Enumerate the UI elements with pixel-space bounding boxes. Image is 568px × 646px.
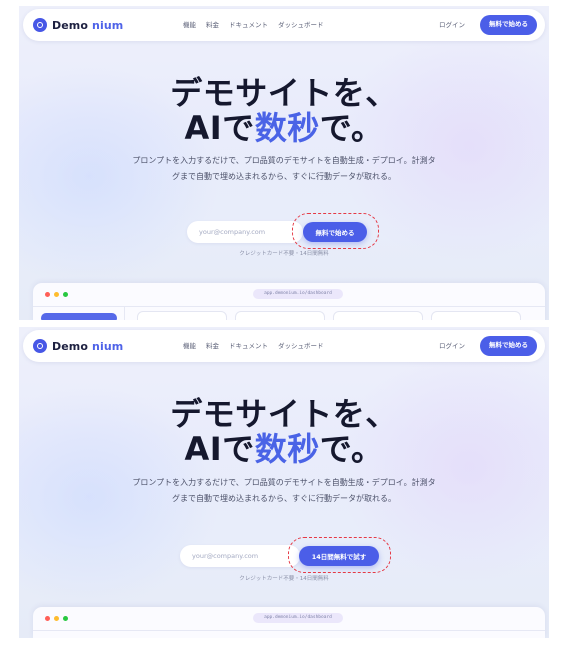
brand-name-right: nium <box>92 18 124 32</box>
hero-subtitle: プロンプトを入力するだけで、プロ品質のデモサイトを自動生成・デプロイ。計測タグま… <box>132 478 436 503</box>
signup-note: クレジットカード不要・14日間無料 <box>239 251 329 257</box>
dashboard-preview: app.demonium.io/dashboard <box>33 607 545 638</box>
hero-title-accent: 数秒 <box>254 109 320 147</box>
preview-card <box>137 311 227 320</box>
preview-sidebar <box>33 307 125 320</box>
hero-subtitle: プロンプトを入力するだけで、プロ品質のデモサイトを自動生成・デプロイ。計測タグま… <box>132 156 436 181</box>
preview-divider <box>33 630 545 631</box>
nav-start-free-button[interactable]: 無料で始める <box>480 336 537 356</box>
brand-name: Demo nium <box>52 340 123 353</box>
login-link[interactable]: ログイン <box>439 19 465 29</box>
hero-start-free-button[interactable]: 無料で始める <box>303 222 367 242</box>
brand-logo[interactable]: Demo nium <box>33 339 123 353</box>
window-controls <box>45 616 68 621</box>
nav-item-docs[interactable]: ドキュメント <box>229 340 268 350</box>
brand-name: Demo nium <box>52 19 123 32</box>
hero-title-end: で。 <box>319 430 384 468</box>
hero-title: デモサイトを、 AIで数秒で。 <box>19 397 549 467</box>
nav-menu: 機能 料金 ドキュメント ダッシュボード <box>183 340 324 350</box>
preview-card <box>333 311 423 320</box>
hero-title-line1: デモサイトを、 <box>170 395 398 433</box>
hero-title-line1: デモサイトを、 <box>170 74 398 112</box>
dashboard-preview: app.demonium.io/dashboard <box>33 283 545 320</box>
brand-name-left: Demo <box>52 339 89 353</box>
hero-title-ai: AIで <box>184 430 255 468</box>
hero-try-free-button[interactable]: 14日間無料で試す <box>299 546 379 566</box>
hero-title-line2: AIで数秒で。 <box>19 111 549 146</box>
email-input[interactable] <box>180 545 300 567</box>
hero-title: デモサイトを、 AIで数秒で。 <box>19 76 549 146</box>
nav-item-features[interactable]: 機能 <box>183 19 196 29</box>
hero-title-line2: AIで数秒で。 <box>19 432 549 467</box>
nav-item-pricing[interactable]: 料金 <box>206 340 219 350</box>
close-dot-icon <box>45 616 50 621</box>
top-navbar: Demo nium 機能 料金 ドキュメント ダッシュボード ログイン 無料で始め… <box>23 9 545 41</box>
nav-menu: 機能 料金 ドキュメント ダッシュボード <box>183 19 324 29</box>
preview-card <box>431 311 521 320</box>
minimize-dot-icon <box>54 292 59 297</box>
browser-url-bar: app.demonium.io/dashboard <box>253 613 343 623</box>
brand-logo[interactable]: Demo nium <box>33 18 123 32</box>
nav-item-dashboard[interactable]: ダッシュボード <box>278 340 324 350</box>
top-navbar: Demo nium 機能 料金 ドキュメント ダッシュボード ログイン 無料で始め… <box>23 330 545 362</box>
hero-title-end: で。 <box>319 109 384 147</box>
preview-sidebar-active-item <box>41 313 117 320</box>
maximize-dot-icon <box>63 616 68 621</box>
preview-card <box>235 311 325 320</box>
email-input[interactable] <box>187 221 303 243</box>
logo-mark-icon <box>33 339 47 353</box>
nav-start-free-button[interactable]: 無料で始める <box>480 15 537 35</box>
brand-name-right: nium <box>92 339 124 353</box>
login-link[interactable]: ログイン <box>439 340 465 350</box>
close-dot-icon <box>45 292 50 297</box>
nav-item-features[interactable]: 機能 <box>183 340 196 350</box>
hero-title-accent: 数秒 <box>254 430 320 468</box>
logo-mark-icon <box>33 18 47 32</box>
hero-title-ai: AIで <box>184 109 255 147</box>
minimize-dot-icon <box>54 616 59 621</box>
browser-url-bar: app.demonium.io/dashboard <box>253 289 343 299</box>
brand-name-left: Demo <box>52 18 89 32</box>
nav-item-docs[interactable]: ドキュメント <box>229 19 268 29</box>
screenshot-frame-after: Demo nium 機能 料金 ドキュメント ダッシュボード ログイン 無料で始め… <box>19 327 549 638</box>
maximize-dot-icon <box>63 292 68 297</box>
nav-item-pricing[interactable]: 料金 <box>206 19 219 29</box>
window-controls <box>45 292 68 297</box>
screenshot-frame-before: Demo nium 機能 料金 ドキュメント ダッシュボード ログイン 無料で始め… <box>19 6 549 320</box>
signup-note: クレジットカード不要・14日間無料 <box>239 576 329 582</box>
nav-item-dashboard[interactable]: ダッシュボード <box>278 19 324 29</box>
